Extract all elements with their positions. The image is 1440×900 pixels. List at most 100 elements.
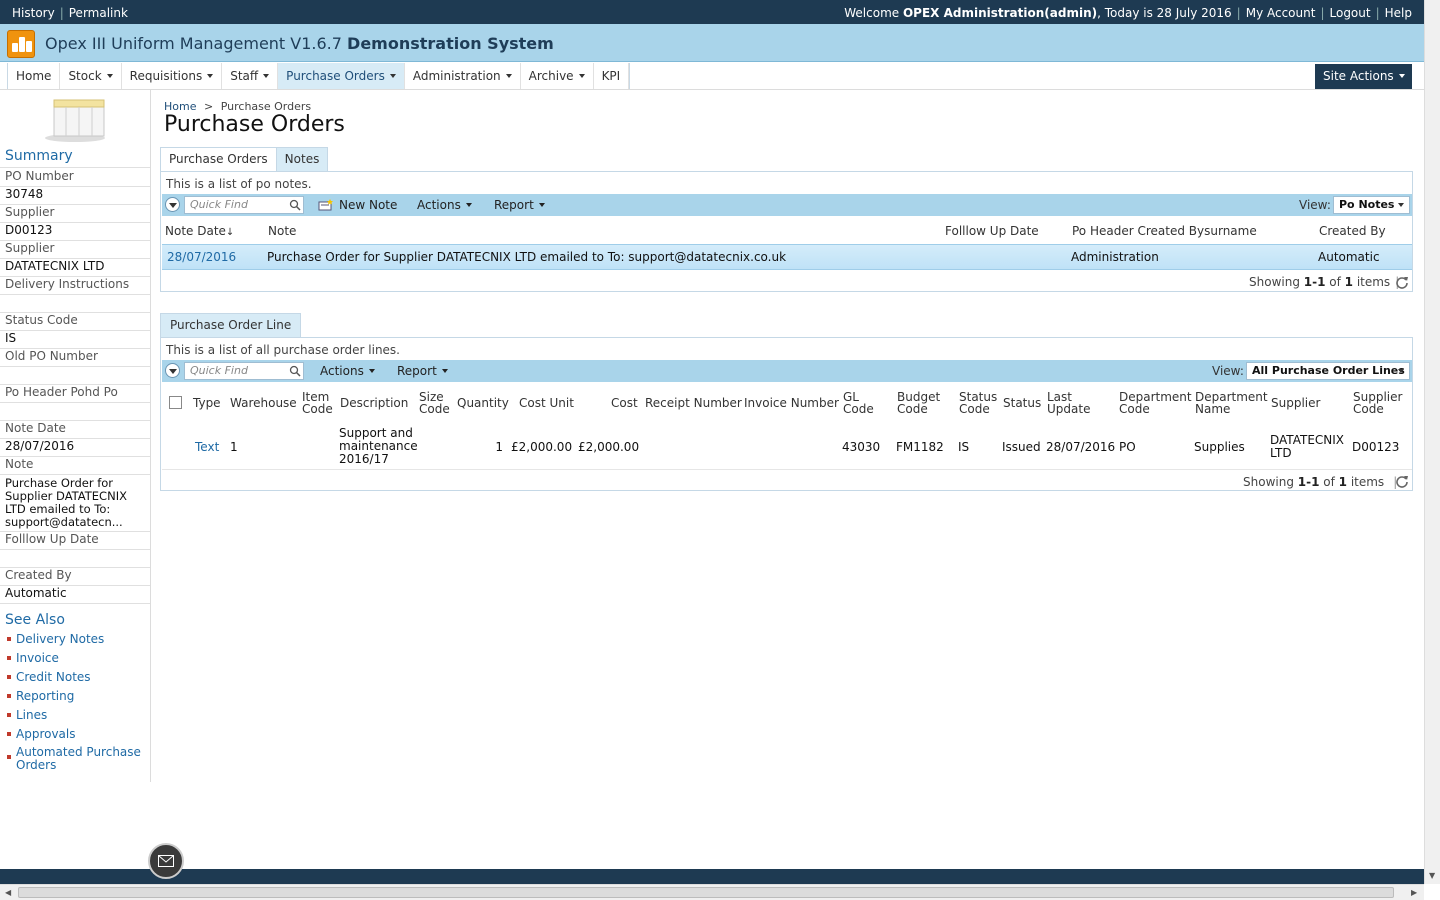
new-note-button[interactable]: New Note (339, 198, 397, 212)
nav-requisitions[interactable]: Requisitions (122, 63, 223, 89)
nav-staff[interactable]: Staff (222, 63, 279, 89)
line-warehouse: 1 (230, 440, 238, 454)
supplier-name-label: Supplier (0, 241, 150, 259)
notes-view-select[interactable]: Po Notes (1333, 196, 1410, 214)
history-link[interactable]: History (12, 6, 55, 20)
lines-actions-menu[interactable]: Actions (320, 364, 375, 378)
scroll-down-icon[interactable]: ▼ (1429, 871, 1435, 880)
see-also-approvals[interactable]: Approvals (7, 727, 76, 741)
site-actions-button[interactable]: Site Actions (1315, 64, 1412, 89)
nav-archive[interactable]: Archive (521, 63, 594, 89)
nav-administration[interactable]: Administration (405, 63, 521, 89)
col-cost-unit[interactable]: Cost Unit (519, 397, 574, 409)
line-budget-code: FM1182 (896, 440, 944, 454)
note-value: Purchase Order for Supplier DATATECNIX L… (0, 475, 150, 532)
see-also-reporting[interactable]: Reporting (7, 689, 74, 703)
logout-link[interactable]: Logout (1330, 6, 1371, 20)
tab-notes[interactable]: Notes (275, 147, 329, 171)
col-department-code[interactable]: Department Code (1119, 391, 1192, 415)
col-warehouse[interactable]: Warehouse (230, 397, 297, 409)
delivery-instructions-value (0, 295, 150, 313)
lines-view-select[interactable]: All Purchase Order Lines (1246, 362, 1410, 380)
scroll-right-icon[interactable]: ▶ (1411, 888, 1417, 897)
pohd-po-value (0, 403, 150, 421)
nav-divider (0, 89, 1424, 90)
line-department-name: Supplies (1194, 440, 1245, 454)
old-po-number-label: Old PO Number (0, 349, 150, 367)
col-invoice-number[interactable]: Invoice Number (744, 397, 839, 409)
my-account-link[interactable]: My Account (1246, 6, 1316, 20)
col-size-code[interactable]: Size Code (419, 391, 451, 415)
lines-pagination-text: Showing 1-1 of 1 items | (1243, 475, 1398, 489)
col-followup-date[interactable]: Folllow Up Date (945, 225, 1039, 237)
note-date-link[interactable]: 28/07/2016 (167, 250, 236, 264)
book-icon (45, 99, 105, 142)
col-cost[interactable]: Cost (611, 397, 638, 409)
col-department-name[interactable]: Department Name (1195, 391, 1268, 415)
see-also-lines[interactable]: Lines (7, 708, 47, 722)
refresh-icon[interactable] (1395, 275, 1409, 289)
col-quantity[interactable]: Quantity (457, 397, 509, 409)
col-item-code[interactable]: Item Code (302, 391, 337, 415)
select-all-checkbox[interactable] (169, 396, 182, 409)
col-budget-code[interactable]: Budget Code (897, 391, 942, 415)
chevron-down-icon (106, 74, 113, 78)
col-note-date[interactable]: Note Date↓ (165, 225, 234, 239)
col-supplier-code[interactable]: Supplier Code (1353, 391, 1409, 415)
line-type-link[interactable]: Text (195, 440, 219, 454)
horizontal-scroll-thumb[interactable] (18, 887, 1394, 898)
notes-report-menu[interactable]: Report (494, 198, 545, 212)
permalink-link[interactable]: Permalink (69, 6, 128, 20)
col-type[interactable]: Type (193, 397, 221, 409)
scroll-left-icon[interactable]: ◀ (5, 888, 11, 897)
see-also-invoice[interactable]: Invoice (7, 651, 59, 665)
nav-purchase-orders[interactable]: Purchase Orders (278, 63, 405, 89)
mail-icon (158, 855, 174, 867)
search-icon[interactable] (289, 365, 301, 377)
collapse-toggle-icon[interactable] (165, 197, 180, 212)
col-created-bysurname[interactable]: Po Header Created Bysurname (1072, 225, 1257, 237)
line-cost-unit: £2,000.00 (511, 440, 573, 454)
nav-stock[interactable]: Stock (60, 63, 122, 89)
notes-quick-find-input[interactable]: Quick Find (184, 196, 304, 214)
col-description[interactable]: Description (340, 397, 408, 409)
refresh-icon[interactable] (1395, 474, 1409, 488)
col-status[interactable]: Status (1003, 397, 1041, 409)
see-also-delivery-notes[interactable]: Delivery Notes (7, 632, 104, 646)
see-also-credit-notes[interactable]: Credit Notes (7, 670, 91, 684)
feedback-button[interactable] (148, 843, 184, 879)
lines-quick-find-input[interactable]: Quick Find (184, 362, 304, 380)
line-gl-code: 43030 (842, 440, 881, 454)
notes-view-label: View: (1299, 198, 1331, 212)
col-note[interactable]: Note (268, 225, 296, 237)
nav-home[interactable]: Home (8, 63, 61, 89)
new-note-icon[interactable] (318, 198, 334, 212)
table-row[interactable]: 28/07/2016 Purchase Order for Supplier D… (162, 244, 1412, 270)
chevron-down-icon (578, 74, 585, 78)
col-gl-code[interactable]: GL Code (843, 391, 875, 415)
app-logo-icon[interactable] (7, 30, 35, 58)
col-receipt-number[interactable]: Receipt Number (645, 397, 742, 409)
vertical-scrollbar[interactable]: ▼ (1424, 0, 1440, 884)
top-bar: History | Permalink Welcome OPEX Administr… (0, 0, 1424, 24)
tab-purchase-order-line[interactable]: Purchase Order Line (160, 313, 302, 337)
notes-toolbar: Quick Find New Note Actions Report View:… (162, 194, 1412, 216)
lines-report-menu[interactable]: Report (397, 364, 448, 378)
nav-kpi[interactable]: KPI (594, 63, 630, 89)
horizontal-scrollbar[interactable]: ◀ ▶ (0, 884, 1424, 900)
col-last-update[interactable]: Last Update (1047, 391, 1091, 415)
notes-actions-menu[interactable]: Actions (417, 198, 472, 212)
tab-purchase-orders[interactable]: Purchase Orders (160, 147, 277, 171)
col-supplier[interactable]: Supplier (1271, 397, 1320, 409)
see-also-automated-purchase-orders[interactable]: Automated Purchase Orders (7, 746, 142, 772)
row-divider (162, 469, 1412, 470)
col-status-code[interactable]: Status Code (959, 391, 997, 415)
bullet-icon (7, 637, 11, 641)
chevron-down-icon (441, 369, 448, 373)
search-icon[interactable] (289, 199, 301, 211)
collapse-toggle-icon[interactable] (165, 363, 180, 378)
col-created-by[interactable]: Created By (1319, 225, 1386, 237)
current-user: OPEX Administration(admin) (902, 6, 1098, 20)
help-link[interactable]: Help (1385, 6, 1412, 20)
line-last-update: 28/07/2016 (1046, 440, 1116, 454)
